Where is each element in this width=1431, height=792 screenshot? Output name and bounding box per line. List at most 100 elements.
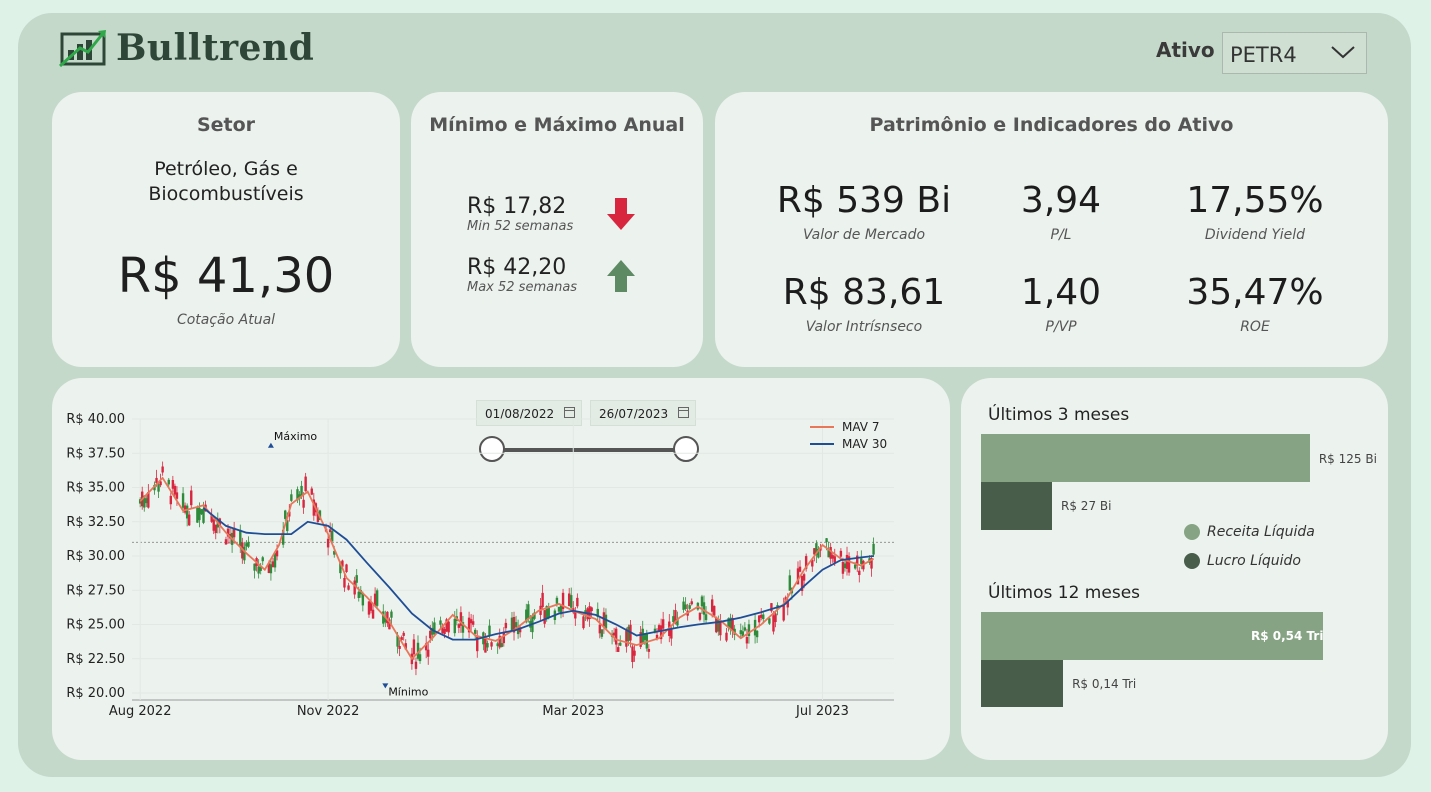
max-block: R$ 42,20 Max 52 semanas xyxy=(467,255,577,295)
candle-body xyxy=(755,630,759,638)
candle-body xyxy=(390,611,393,618)
candle-body xyxy=(439,620,442,625)
candle-body xyxy=(345,564,348,572)
kpi-roe: 35,47% ROE xyxy=(1165,272,1345,335)
candle-body xyxy=(502,632,506,644)
current-price-caption: Cotação Atual xyxy=(176,312,276,328)
candle-body xyxy=(239,529,242,547)
candle-body xyxy=(698,612,702,620)
candle-body xyxy=(188,514,191,526)
candle-body xyxy=(590,607,593,612)
candle-body xyxy=(682,601,685,610)
candle-body xyxy=(619,642,622,646)
kpi-value: 1,40 xyxy=(1020,272,1102,313)
candle-body xyxy=(825,538,828,543)
candle-body xyxy=(185,505,189,519)
candle-body xyxy=(710,599,714,612)
candle-body xyxy=(167,479,170,485)
candle-body xyxy=(690,601,693,605)
revenue-legend-label: Receita Líquida xyxy=(1207,524,1315,540)
revenue-3m-bar xyxy=(981,434,1310,482)
candle-body xyxy=(375,590,379,606)
candle-body xyxy=(474,629,477,634)
min-block: R$ 17,82 Min 52 semanas xyxy=(467,194,573,234)
candle-body xyxy=(347,585,350,590)
candle-body xyxy=(357,591,360,598)
candle-body xyxy=(604,614,608,629)
kpi-caption: Dividend Yield xyxy=(1204,227,1306,243)
asset-dropdown[interactable]: PETR4 xyxy=(1222,32,1367,74)
kpi-caption: P/VP xyxy=(1045,319,1077,335)
candle-body xyxy=(841,561,845,574)
candle-body xyxy=(600,629,604,637)
candle-body xyxy=(760,614,763,618)
candle-body xyxy=(757,615,761,623)
candle-body xyxy=(367,601,371,615)
revenue-12m-label: R$ 0,54 Tri xyxy=(1251,629,1324,643)
candle-body xyxy=(743,627,747,631)
candle-body xyxy=(161,466,164,473)
candle-body xyxy=(745,637,749,644)
y-tick-label: R$ 30.00 xyxy=(66,549,125,564)
kpi-caption: Valor Intrísnseco xyxy=(805,319,923,335)
candle-body xyxy=(713,605,716,616)
arrow-up-icon xyxy=(607,260,635,292)
x-tick-label: Mar 2023 xyxy=(542,704,604,719)
candle-body xyxy=(719,621,722,636)
min-52w-value: R$ 17,82 xyxy=(467,194,567,219)
candle-body xyxy=(157,484,160,492)
annotation-minimo: Mínimo xyxy=(388,685,428,698)
min-52w-caption: Min 52 semanas xyxy=(467,219,574,234)
kpi-intrinsic-value: R$ 83,61 Valor Intrísnseco xyxy=(764,272,964,335)
candle-body xyxy=(214,524,217,534)
candle-body xyxy=(271,561,275,568)
candle-body xyxy=(598,624,602,634)
candle-body xyxy=(555,597,559,604)
profit-legend-dot xyxy=(1184,553,1200,569)
candle-body xyxy=(343,577,346,588)
candle-body xyxy=(245,543,248,547)
candle-body xyxy=(514,622,518,628)
candle-body xyxy=(173,485,177,495)
candle-body xyxy=(762,614,765,620)
candle-body xyxy=(715,617,718,633)
candle-body xyxy=(631,646,634,663)
candle-body xyxy=(418,654,422,662)
y-tick-label: R$ 35.00 xyxy=(66,481,125,496)
candle-body xyxy=(284,510,287,519)
candle-body xyxy=(247,541,250,547)
revenue-3m-label: R$ 125 Bi xyxy=(1318,452,1377,466)
y-tick-label: R$ 27.50 xyxy=(66,583,125,598)
candle-body xyxy=(772,615,775,632)
candle-body xyxy=(447,621,450,633)
brand-name: Bulltrend xyxy=(116,27,315,69)
kpi-dividend-yield: 17,55% Dividend Yield xyxy=(1165,180,1345,243)
kpi-value: R$ 539 Bi xyxy=(776,180,952,221)
candle-body xyxy=(269,564,273,574)
candle-body xyxy=(414,661,418,669)
profit-12m-label: R$ 0,14 Tri xyxy=(1072,677,1137,691)
candle-body xyxy=(702,602,706,615)
candle-body xyxy=(860,558,863,564)
candle-body xyxy=(510,617,514,632)
bull-chart-icon xyxy=(58,30,106,68)
candle-body xyxy=(202,508,205,523)
max-52w-caption: Max 52 semanas xyxy=(467,280,578,295)
kpi-market-value: R$ 539 Bi Valor de Mercado xyxy=(764,180,964,243)
candle-body xyxy=(496,643,499,647)
last-3-months-title: Últimos 3 meses xyxy=(988,405,1130,425)
kpi-pvp: 1,40 P/VP xyxy=(991,272,1131,335)
revenue-legend-dot xyxy=(1184,524,1200,540)
candle-body xyxy=(243,546,246,561)
candle-body xyxy=(582,616,585,629)
sector-name-line1: Petróleo, Gás e xyxy=(154,158,298,180)
profit-12m-bar xyxy=(981,660,1064,707)
profit-3m-label: R$ 27 Bi xyxy=(1061,499,1112,513)
candle-body xyxy=(302,499,305,508)
candle-body xyxy=(557,606,561,612)
candle-body xyxy=(169,495,173,505)
candle-body xyxy=(171,480,175,489)
candle-body xyxy=(614,628,618,645)
candle-body xyxy=(398,646,401,649)
y-tick-label: R$ 37.50 xyxy=(66,446,125,461)
